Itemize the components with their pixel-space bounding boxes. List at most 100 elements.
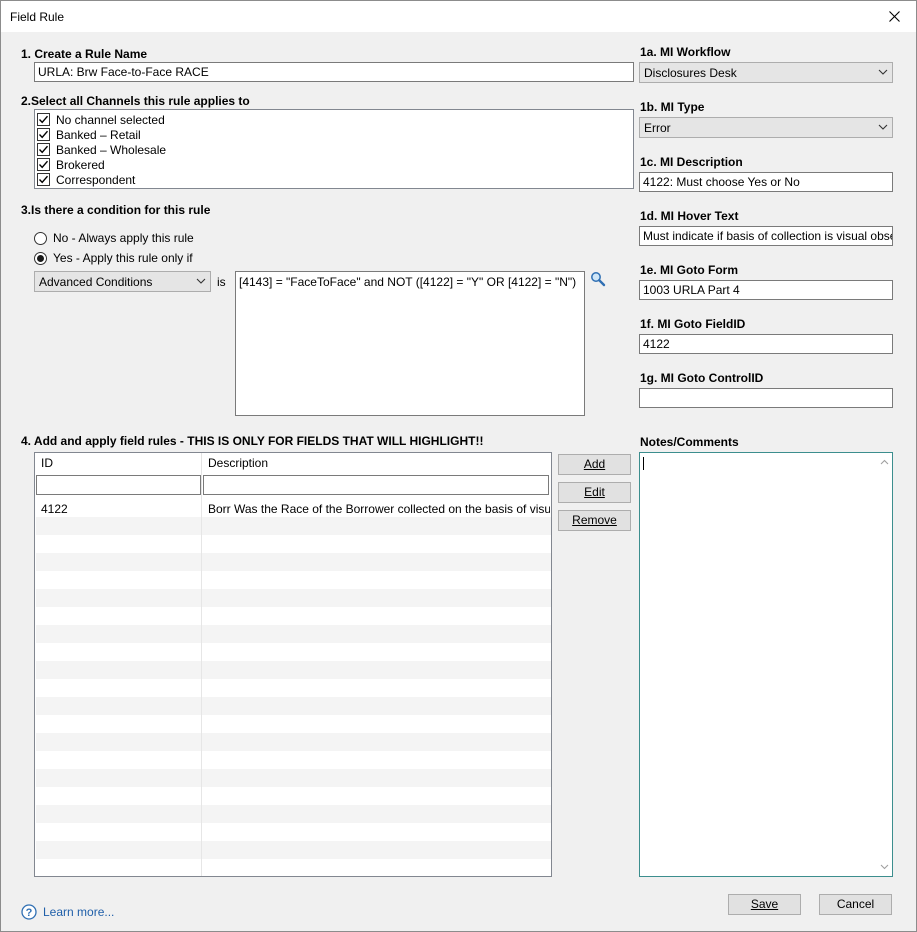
table-row-empty [36,823,551,841]
table-row-empty [36,661,551,679]
filter-id-input[interactable] [36,475,201,495]
mi-goto-controlid-input[interactable] [639,388,893,408]
channel-item-banked-retail[interactable]: Banked – Retail [37,127,141,142]
edit-button[interactable]: Edit [558,482,631,503]
checkbox[interactable] [37,128,50,141]
table-row-empty [36,571,551,589]
save-button[interactable]: Save [728,894,801,915]
mi-goto-fieldid-label: 1f. MI Goto FieldID [640,317,746,331]
chevron-down-icon [878,124,888,130]
search-button[interactable] [590,271,606,290]
radio-button[interactable] [34,231,47,245]
channel-label: Banked – Retail [56,127,141,142]
table-row[interactable]: 4122 Borr Was the Race of the Borrower c… [36,499,551,517]
table-row-empty [36,553,551,571]
field-rules-grid[interactable]: ID Description 4122 Borr Was the Race of… [34,452,552,877]
text-caret [643,457,644,470]
condition-type-value: Advanced Conditions [39,275,153,289]
mi-description-input[interactable]: 4122: Must choose Yes or No [639,172,893,192]
radio-button-selected[interactable] [34,251,47,265]
table-row-empty [36,769,551,787]
learn-more-text[interactable]: Learn more... [43,905,114,919]
check-icon [38,145,49,154]
field-rules-label: 4. Add and apply field rules - THIS IS O… [21,434,484,448]
add-button[interactable]: Add [558,454,631,475]
checkbox[interactable] [37,173,50,186]
mi-type-label: 1b. MI Type [640,100,705,114]
mi-type-select[interactable]: Error [639,117,893,138]
check-icon [38,130,49,139]
check-icon [38,115,49,124]
channel-item-no-channel[interactable]: No channel selected [37,112,165,127]
channel-label: No channel selected [56,112,165,127]
condition-type-select[interactable]: Advanced Conditions [34,271,211,292]
column-divider [201,499,202,876]
table-row-empty [36,589,551,607]
condition-textarea[interactable]: [4143] = "FaceToFace" and NOT ([4122] = … [235,271,585,416]
channel-item-banked-wholesale[interactable]: Banked – Wholesale [37,142,166,157]
table-row-empty [36,625,551,643]
table-row-empty [36,679,551,697]
is-label: is [217,275,226,289]
table-row-empty [36,517,551,535]
column-header-id[interactable]: ID [37,453,202,473]
close-button[interactable] [872,1,916,32]
field-rule-dialog: Field Rule 1. Create a Rule Name URLA: B… [0,0,917,932]
channel-label: Brokered [56,157,105,172]
mi-workflow-label: 1a. MI Workflow [640,45,731,59]
notes-textarea[interactable] [639,452,893,877]
scroll-up-icon[interactable] [880,459,889,465]
mi-goto-form-input[interactable]: 1003 URLA Part 4 [639,280,893,300]
channel-item-brokered[interactable]: Brokered [37,157,105,172]
scroll-down-icon[interactable] [880,864,889,870]
svg-text:?: ? [26,907,33,919]
mi-workflow-select[interactable]: Disclosures Desk [639,62,893,83]
mi-workflow-value: Disclosures Desk [644,66,737,80]
checkbox[interactable] [37,158,50,171]
channels-label: 2.Select all Channels this rule applies … [21,94,250,108]
mi-description-label: 1c. MI Description [640,155,743,169]
mi-goto-controlid-label: 1g. MI Goto ControlID [640,371,764,385]
remove-button[interactable]: Remove [558,510,631,531]
mi-hover-text-label: 1d. MI Hover Text [640,209,739,223]
rule-name-input[interactable]: URLA: Brw Face-to-Face RACE [34,62,634,82]
channel-label: Banked – Wholesale [56,142,167,157]
table-row-empty [36,841,551,859]
filter-description-input[interactable] [203,475,549,495]
checkbox[interactable] [37,113,50,126]
table-row-empty [36,859,551,876]
radio-yes-condition[interactable]: Yes - Apply this rule only if [34,251,193,265]
radio-yes-label: Yes - Apply this rule only if [53,251,193,265]
table-row-empty [36,733,551,751]
row-id: 4122 [41,502,68,516]
chevron-down-icon [878,69,888,75]
rule-name-label: 1. Create a Rule Name [21,47,148,61]
table-row-empty [36,535,551,553]
channels-listbox[interactable]: No channel selected Banked – Retail Bank… [34,109,634,189]
mi-goto-fieldid-input[interactable]: 4122 [639,334,893,354]
table-row-empty [36,697,551,715]
column-header-description[interactable]: Description [204,453,544,473]
radio-no-condition[interactable]: No - Always apply this rule [34,231,194,245]
magnifier-icon [591,272,606,287]
channel-item-correspondent[interactable]: Correspondent [37,172,135,187]
check-icon [38,160,49,169]
notes-label: Notes/Comments [640,435,739,449]
mi-hover-text-input[interactable]: Must indicate if basis of collection is … [639,226,893,246]
check-icon [38,175,49,184]
table-row-empty [36,715,551,733]
table-row-empty [36,805,551,823]
title-bar: Field Rule [1,1,916,32]
condition-label: 3.Is there a condition for this rule [21,203,211,217]
close-icon [888,11,900,22]
learn-more-link[interactable]: ? Learn more... [21,904,114,920]
chevron-down-icon [196,278,206,284]
table-row-empty [36,751,551,769]
help-icon: ? [21,904,37,920]
radio-no-label: No - Always apply this rule [53,231,194,245]
checkbox[interactable] [37,143,50,156]
mi-type-value: Error [644,121,671,135]
cancel-button[interactable]: Cancel [819,894,892,915]
channel-label: Correspondent [56,172,136,187]
table-row-empty [36,643,551,661]
